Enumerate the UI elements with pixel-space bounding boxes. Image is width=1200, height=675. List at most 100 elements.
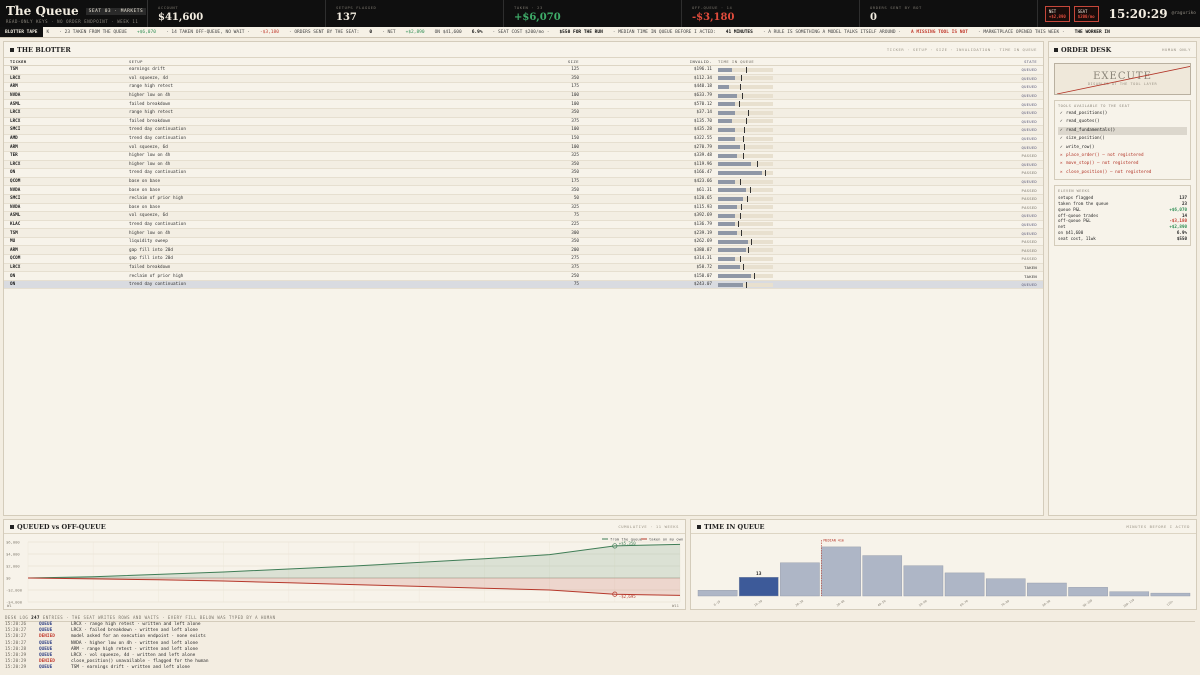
col-setup[interactable]: SETUP [129,59,559,64]
x-tick-label: 10-20 [753,599,763,608]
invalidation-cell: $435.28 [693,127,712,133]
col-state[interactable]: STATE [997,59,1037,64]
tool-item[interactable]: ✕ place_order() — not registered [1058,152,1187,160]
table-row[interactable]: QCOM gap fill into 20d 275 $314.31 PASSED [4,255,1043,264]
time-in-queue-fill [718,239,749,244]
setup-cell: trend day continuation [129,127,186,133]
ticker-cell: NVDA [10,93,21,99]
table-row[interactable]: KLAC trend day continuation 225 $136.79 QUEU… [4,221,1043,230]
table-row[interactable]: AMD trend day continuation 150 $322.55 QUEUE… [4,135,1043,144]
tool-item[interactable]: ✓ write_row() [1058,144,1187,152]
table-row[interactable]: LRCX range high retest 350 $37.14 QUEUED [4,108,1043,118]
tool-item[interactable]: ✕ move_stop() — not registered [1058,160,1187,168]
table-row[interactable]: SMCI reclaim of prior high 50 $120.65 PASSED [4,194,1043,204]
ticker-cell: LRCX [10,264,21,270]
table-row[interactable]: TSM higher low on 4h 300 $239.19 QUEUED [4,229,1043,238]
size-cell: 325 [571,153,579,159]
time-in-queue-bar [718,178,773,185]
time-in-queue-bar [718,118,773,125]
table-row[interactable]: ARM range high retest 175 $440.18 QUEUED [4,83,1043,92]
state-cell: TAKEN [1024,264,1037,270]
time-in-queue-fill [718,205,738,210]
size-cell: 350 [571,110,579,116]
table-row[interactable]: LRCX vol squeeze, 4d 350 $112.34 QUEUED [4,74,1043,84]
invalidation-cell: $380.87 [693,247,712,253]
table-row[interactable]: ASML failed breakdown 100 $570.12 QUEUED [4,100,1043,109]
off-end-label: -$2,695 [619,594,636,599]
size-cell: 350 [571,161,579,167]
time-in-queue-marker [745,281,747,288]
ticker-cell: NVDA [10,187,21,193]
table-row[interactable]: ASML vol squeeze, 6d 75 $392.69 QUEUED [4,212,1043,221]
tool-item[interactable]: ✓ size_position() [1058,135,1187,143]
desk-meta: HUMAN ONLY [1162,47,1191,52]
size-cell: 225 [571,221,579,227]
table-row[interactable]: ON trend day continuation 350 $166.47 PASSED [4,169,1043,178]
table-row[interactable]: ARM gap fill into 20d 200 $380.87 PASSED [4,246,1043,256]
state-cell: QUEUED [1021,118,1037,124]
size-cell: 350 [571,239,579,245]
tool-item[interactable]: ✕ close_position() — not registered [1058,169,1187,177]
table-row[interactable]: TSM earnings drift 125 $196.11 QUEUED [4,66,1043,75]
ticker-cell: QCOM [10,256,21,262]
invalidation-cell: $322.55 [693,136,712,142]
table-row[interactable]: MU liquidity sweep 350 $262.69 PASSED [4,238,1043,247]
setup-cell: base on base [129,179,161,185]
queued-vs-offqueue-panel: QUEUED vs OFF-QUEUE CUMULATIVE · 11 WEEK… [3,519,686,610]
user-handle[interactable]: @raguriko [1172,11,1196,16]
table-row[interactable]: LRCX higher low on 4h 350 $119.96 QUEUED [4,160,1043,170]
table-row[interactable]: ON trend day continuation 75 $243.07 QUEUED [4,280,1043,290]
table-row[interactable]: ON reclaim of prior high 250 $150.07 TAKEN [4,272,1043,281]
ticker-cell: QCOM [10,179,21,185]
tool-item[interactable]: ✓ read_positions() [1058,110,1187,118]
col-ticker[interactable]: TICKER [10,59,129,64]
table-row[interactable]: ARM vol squeeze, 6d 100 $270.79 QUEUED [4,143,1043,152]
time-in-queue-marker [748,247,750,254]
square-icon [10,524,14,529]
col-invalidation[interactable]: INVALID. [682,59,712,64]
size-cell: 175 [571,179,579,185]
table-row[interactable]: LRCX failed breakdown 375 $135.70 QUEUED [4,118,1043,127]
time-in-queue-marker [745,118,747,125]
table-row[interactable]: NVDA base on base 350 $61.31 PASSED [4,186,1043,195]
tape-item: ON $41,600 [434,29,462,35]
tool-item[interactable]: ✓ read_fundamentals() [1058,126,1187,136]
time-in-queue-marker [741,204,743,211]
col-size[interactable]: SIZE [559,59,579,64]
size-cell: 150 [571,136,579,142]
setup-cell: liquidity sweep [129,239,168,245]
time-in-queue-bar [718,281,773,288]
tape-item: +$6,070 [136,29,156,35]
ticker-cell: TER [10,153,18,159]
table-row[interactable]: LRCX failed breakdown 375 $58.72 TAKEN [4,263,1043,273]
tape-item: · MARKETPLACE OPENED THIS WEEK · [977,29,1065,35]
setup-cell: gap fill into 20d [129,247,173,253]
invalidation-cell: $119.96 [693,161,712,167]
stat-value: -$3,180 [692,12,735,23]
table-row[interactable]: TER higher low on 4h 325 $339.48 PASSED [4,152,1043,161]
net-chip: NET +$2,890 [1044,5,1070,22]
time-in-queue-marker [748,109,750,116]
time-in-queue-bar [718,187,773,194]
table-row[interactable]: NVDA higher low on 4h 100 $633.79 QUEUED [4,91,1043,101]
table-row[interactable]: SMCI trend day continuation 100 $435.28 QUEU… [4,126,1043,135]
state-cell: QUEUED [1021,161,1037,167]
time-in-queue-fill [718,170,762,175]
execute-button[interactable]: EXECUTE DISABLED AT THE TOOL LAYER [1054,63,1191,95]
setup-cell: range high retest [129,110,173,116]
tape-item: · 14 TAKEN OFF-QUEUE, NO WAIT · [165,29,250,35]
ticker-cell: LRCX [10,110,21,116]
table-row[interactable]: QCOM base on base 175 $423.66 QUEUED [4,177,1043,187]
setup-cell: trend day continuation [129,221,186,227]
invalidation-cell: $166.47 [693,170,712,176]
median-label: MEDIAN 41m [824,539,844,543]
tool-name: move_stop() — not registered [1066,161,1139,167]
tool-item[interactable]: ✓ read_quotes() [1058,118,1187,126]
col-time-in-queue[interactable]: TIME IN QUEUE [718,59,773,64]
table-row[interactable]: NVDA base on base 325 $115.93 PASSED [4,204,1043,213]
log-desc: ENTRIES · THE SEAT WRITES ROWS AND WAITS… [42,615,276,620]
time-in-queue-bar [718,75,773,82]
tool-name: write_row() [1066,144,1095,150]
tape-item: 6.9% [471,29,483,35]
size-cell: 275 [571,256,579,262]
